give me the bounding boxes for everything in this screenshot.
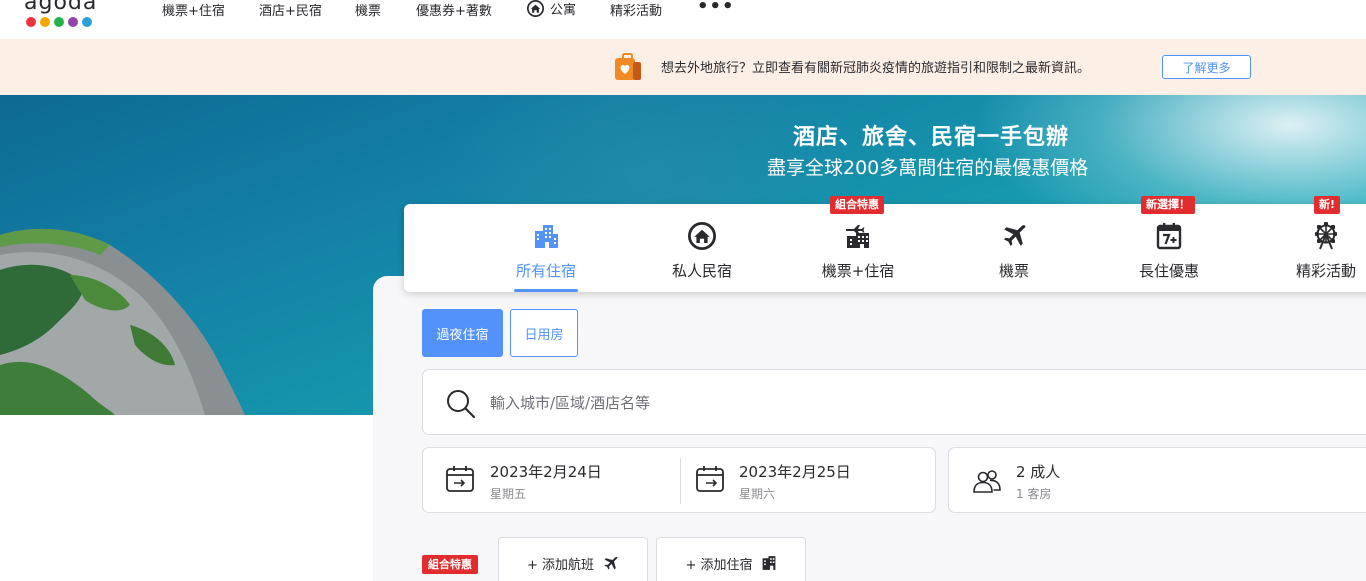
tab-label: 長住優惠	[1138, 262, 1199, 280]
plane-icon	[1003, 225, 1026, 247]
destination-search-field[interactable]: 輸入城市/區域/酒店名等	[422, 369, 1366, 435]
learn-more-button[interactable]: 了解更多	[1162, 55, 1251, 79]
flight-hotel-icon	[846, 225, 869, 248]
ferris-wheel-icon	[1315, 222, 1337, 250]
building-icon	[535, 225, 558, 248]
logo-dots	[26, 17, 92, 27]
guests-icon	[973, 470, 1001, 493]
search-placeholder: 輸入城市/區域/酒店名等	[490, 394, 651, 412]
adults-count: 2 成人	[1016, 463, 1061, 481]
add-hotel-label: + 添加住宿	[685, 557, 753, 573]
top-navigation: agoda 機票+住宿 酒店+民宿 機票 優惠券+著數 公寓 精彩活動 •••	[0, 0, 1366, 39]
logo-dot	[40, 17, 50, 27]
rooms-count: 1 客房	[1016, 487, 1052, 501]
logo-dot	[26, 17, 36, 27]
date-picker[interactable]: 2023年2月24日 星期五 2023年2月25日 星期六	[422, 447, 936, 513]
product-tabs: 所有住宿 私人民宿 組合特惠 機票+住宿 機票 新選擇！ 長住優惠 新! 精彩活…	[404, 196, 1366, 292]
home-icon	[688, 222, 716, 250]
hero-subtitle: 盡享全球200多萬間住宿的最優惠價格	[767, 157, 1089, 179]
check-in-date[interactable]: 2023年2月24日 星期五	[423, 448, 680, 512]
nav-flight-hotel[interactable]: 機票+住宿	[162, 0, 225, 19]
check-out-date[interactable]: 2023年2月25日 星期六	[681, 448, 936, 512]
guests-rooms-selector[interactable]: 2 成人 1 客房	[948, 447, 1366, 513]
new-option-badge: 新選擇！	[1141, 196, 1195, 214]
calendar-7-icon	[1156, 223, 1182, 250]
tab-label: 機票	[998, 262, 1029, 280]
logo-dot	[82, 17, 92, 27]
search-icon	[447, 390, 476, 419]
logo-dot	[54, 17, 64, 27]
plane-icon	[604, 556, 618, 570]
tab-long-stay[interactable]: 新選擇！ 長住優惠	[1129, 196, 1209, 292]
add-flight-label: + 添加航班	[526, 557, 595, 573]
home-icon	[527, 0, 544, 17]
nav-apartments-label: 公寓	[550, 3, 577, 18]
tab-flights[interactable]: 機票	[984, 204, 1044, 292]
add-hotel-button[interactable]: + 添加住宿	[656, 537, 806, 581]
nav-apartments[interactable]: 公寓	[527, 0, 576, 18]
check-in-date-text: 2023年2月24日	[490, 463, 602, 481]
nav-coupons-deals[interactable]: 優惠券+著數	[416, 0, 492, 19]
nav-hotels-homes[interactable]: 酒店+民宿	[259, 0, 322, 19]
nav-activities[interactable]: 精彩活動	[610, 0, 662, 19]
hero-title: 酒店、旅舍、民宿一手包辦	[793, 125, 1070, 150]
tab-flight-hotel[interactable]: 組合特惠 機票+住宿	[812, 196, 904, 292]
add-flight-button[interactable]: + 添加航班	[498, 537, 648, 581]
overnight-stay-button[interactable]: 過夜住宿	[422, 309, 503, 357]
agoda-logo[interactable]: agoda	[24, 0, 104, 30]
building-icon	[762, 556, 775, 570]
tab-private-homes[interactable]: 私人民宿	[662, 204, 742, 292]
nav-flights[interactable]: 機票	[355, 0, 381, 19]
advisory-text: 想去外地旅行？立即查看有關新冠肺炎疫情的旅遊指引和限制之最新資訊。	[661, 61, 1091, 76]
bundle-deal-badge: 組合特惠	[830, 196, 884, 214]
calendar-check-out-icon	[696, 466, 724, 492]
new-badge: 新!	[1314, 196, 1341, 214]
bundle-deal-badge: 組合特惠	[422, 555, 478, 574]
check-out-date-text: 2023年2月25日	[739, 463, 851, 481]
calendar-check-in-icon	[446, 466, 474, 492]
logo-text: agoda	[24, 0, 98, 15]
check-in-weekday: 星期五	[490, 487, 527, 501]
travel-advisory-banner: 想去外地旅行？立即查看有關新冠肺炎疫情的旅遊指引和限制之最新資訊。 了解更多	[0, 39, 1366, 95]
tab-label: 私人民宿	[671, 262, 732, 280]
logo-dot	[68, 17, 78, 27]
day-use-button[interactable]: 日用房	[510, 309, 578, 357]
tab-activities[interactable]: 新! 精彩活動	[1286, 196, 1366, 292]
tab-label: 機票+住宿	[821, 262, 895, 280]
tab-label: 精彩活動	[1295, 262, 1356, 280]
check-out-weekday: 星期六	[739, 487, 776, 501]
more-menu-icon[interactable]: •••	[697, 0, 735, 17]
active-tab-indicator	[514, 289, 578, 292]
tab-all-stays[interactable]: 所有住宿	[506, 204, 586, 292]
tab-label: 所有住宿	[515, 262, 576, 280]
luggage-heart-icon	[615, 53, 641, 80]
